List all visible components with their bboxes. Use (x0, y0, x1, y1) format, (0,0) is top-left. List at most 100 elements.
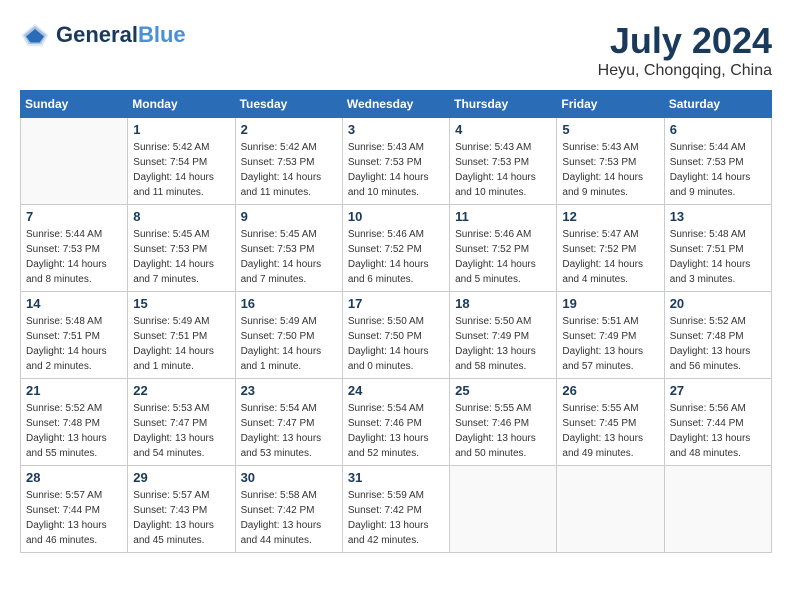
day-number: 13 (670, 209, 766, 224)
day-cell: 21 Sunrise: 5:52 AMSunset: 7:48 PMDayligh… (21, 379, 128, 466)
day-info: Sunrise: 5:47 AMSunset: 7:52 PMDaylight:… (562, 227, 658, 287)
day-number: 14 (26, 296, 122, 311)
day-number: 25 (455, 383, 551, 398)
day-info: Sunrise: 5:49 AMSunset: 7:51 PMDaylight:… (133, 314, 229, 374)
day-info: Sunrise: 5:52 AMSunset: 7:48 PMDaylight:… (26, 401, 122, 461)
day-info: Sunrise: 5:44 AMSunset: 7:53 PMDaylight:… (670, 140, 766, 200)
day-cell: 2Sunrise: 5:42 AMSunset: 7:53 PMDaylight… (235, 118, 342, 205)
day-cell: 6 Sunrise: 5:44 AMSunset: 7:53 PMDaylight… (664, 118, 771, 205)
day-info: Sunrise: 5:56 AMSunset: 7:44 PMDaylight:… (670, 401, 766, 461)
day-info: Sunrise: 5:43 AMSunset: 7:53 PMDaylight:… (562, 140, 658, 200)
week-row-3: 14 Sunrise: 5:48 AMSunset: 7:51 PMDayligh… (21, 292, 772, 379)
day-number: 30 (241, 470, 337, 485)
day-info: Sunrise: 5:46 AMSunset: 7:52 PMDaylight:… (455, 227, 551, 287)
day-cell: 28 Sunrise: 5:57 AMSunset: 7:44 PMDayligh… (21, 466, 128, 553)
week-row-1: 1Sunrise: 5:42 AMSunset: 7:54 PMDaylight… (21, 118, 772, 205)
day-cell: 29 Sunrise: 5:57 AMSunset: 7:43 PMDayligh… (128, 466, 235, 553)
day-cell: 14 Sunrise: 5:48 AMSunset: 7:51 PMDayligh… (21, 292, 128, 379)
day-info: Sunrise: 5:46 AMSunset: 7:52 PMDaylight:… (348, 227, 444, 287)
col-header-saturday: Saturday (664, 91, 771, 118)
day-number: 29 (133, 470, 229, 485)
col-header-tuesday: Tuesday (235, 91, 342, 118)
day-info: Sunrise: 5:43 AMSunset: 7:53 PMDaylight:… (348, 140, 444, 200)
day-cell: 20Sunrise: 5:52 AMSunset: 7:48 PMDayligh… (664, 292, 771, 379)
day-cell: 19 Sunrise: 5:51 AMSunset: 7:49 PMDayligh… (557, 292, 664, 379)
col-header-thursday: Thursday (450, 91, 557, 118)
logo-text: GeneralBlue (56, 23, 186, 47)
day-number: 31 (348, 470, 444, 485)
day-cell: 8 Sunrise: 5:45 AMSunset: 7:53 PMDaylight… (128, 205, 235, 292)
day-info: Sunrise: 5:54 AMSunset: 7:47 PMDaylight:… (241, 401, 337, 461)
day-info: Sunrise: 5:55 AMSunset: 7:45 PMDaylight:… (562, 401, 658, 461)
day-number: 19 (562, 296, 658, 311)
calendar-table: SundayMondayTuesdayWednesdayThursdayFrid… (20, 90, 772, 553)
day-number: 24 (348, 383, 444, 398)
day-info: Sunrise: 5:51 AMSunset: 7:49 PMDaylight:… (562, 314, 658, 374)
week-row-5: 28 Sunrise: 5:57 AMSunset: 7:44 PMDayligh… (21, 466, 772, 553)
day-cell: 5 Sunrise: 5:43 AMSunset: 7:53 PMDaylight… (557, 118, 664, 205)
day-cell: 22Sunrise: 5:53 AMSunset: 7:47 PMDayligh… (128, 379, 235, 466)
day-cell: 11 Sunrise: 5:46 AMSunset: 7:52 PMDayligh… (450, 205, 557, 292)
logo: GeneralBlue (20, 20, 186, 50)
day-number: 12 (562, 209, 658, 224)
day-info: Sunrise: 5:55 AMSunset: 7:46 PMDaylight:… (455, 401, 551, 461)
day-cell (664, 466, 771, 553)
day-info: Sunrise: 5:57 AMSunset: 7:43 PMDaylight:… (133, 488, 229, 548)
day-info: Sunrise: 5:45 AMSunset: 7:53 PMDaylight:… (241, 227, 337, 287)
week-row-2: 7 Sunrise: 5:44 AMSunset: 7:53 PMDaylight… (21, 205, 772, 292)
day-cell: 25 Sunrise: 5:55 AMSunset: 7:46 PMDayligh… (450, 379, 557, 466)
page-header: GeneralBlue July 2024 Heyu, Chongqing, C… (20, 20, 772, 80)
col-header-friday: Friday (557, 91, 664, 118)
day-cell: 26 Sunrise: 5:55 AMSunset: 7:45 PMDayligh… (557, 379, 664, 466)
day-number: 3 (348, 122, 444, 137)
day-number: 5 (562, 122, 658, 137)
day-cell: 12 Sunrise: 5:47 AMSunset: 7:52 PMDayligh… (557, 205, 664, 292)
day-number: 6 (670, 122, 766, 137)
logo-icon (20, 20, 50, 50)
day-number: 7 (26, 209, 122, 224)
title-block: July 2024 Heyu, Chongqing, China (598, 20, 772, 80)
day-info: Sunrise: 5:50 AMSunset: 7:50 PMDaylight:… (348, 314, 444, 374)
day-number: 8 (133, 209, 229, 224)
day-number: 27 (670, 383, 766, 398)
week-row-4: 21 Sunrise: 5:52 AMSunset: 7:48 PMDayligh… (21, 379, 772, 466)
day-cell: 16Sunrise: 5:49 AMSunset: 7:50 PMDayligh… (235, 292, 342, 379)
month-year: July 2024 (598, 20, 772, 62)
day-info: Sunrise: 5:50 AMSunset: 7:49 PMDaylight:… (455, 314, 551, 374)
day-info: Sunrise: 5:45 AMSunset: 7:53 PMDaylight:… (133, 227, 229, 287)
day-number: 4 (455, 122, 551, 137)
day-info: Sunrise: 5:54 AMSunset: 7:46 PMDaylight:… (348, 401, 444, 461)
day-info: Sunrise: 5:49 AMSunset: 7:50 PMDaylight:… (241, 314, 337, 374)
day-cell: 1Sunrise: 5:42 AMSunset: 7:54 PMDaylight… (128, 118, 235, 205)
day-number: 9 (241, 209, 337, 224)
day-number: 17 (348, 296, 444, 311)
day-number: 21 (26, 383, 122, 398)
day-number: 18 (455, 296, 551, 311)
day-cell: 27 Sunrise: 5:56 AMSunset: 7:44 PMDayligh… (664, 379, 771, 466)
day-cell (450, 466, 557, 553)
day-cell: 15 Sunrise: 5:49 AMSunset: 7:51 PMDayligh… (128, 292, 235, 379)
col-header-monday: Monday (128, 91, 235, 118)
col-header-wednesday: Wednesday (342, 91, 449, 118)
day-info: Sunrise: 5:53 AMSunset: 7:47 PMDaylight:… (133, 401, 229, 461)
day-info: Sunrise: 5:58 AMSunset: 7:42 PMDaylight:… (241, 488, 337, 548)
day-cell: 30 Sunrise: 5:58 AMSunset: 7:42 PMDayligh… (235, 466, 342, 553)
day-number: 28 (26, 470, 122, 485)
day-cell (557, 466, 664, 553)
day-info: Sunrise: 5:48 AMSunset: 7:51 PMDaylight:… (26, 314, 122, 374)
day-number: 11 (455, 209, 551, 224)
day-cell: 7 Sunrise: 5:44 AMSunset: 7:53 PMDaylight… (21, 205, 128, 292)
day-cell: 31Sunrise: 5:59 AMSunset: 7:42 PMDayligh… (342, 466, 449, 553)
location: Heyu, Chongqing, China (598, 62, 772, 80)
day-number: 10 (348, 209, 444, 224)
day-cell: 3 Sunrise: 5:43 AMSunset: 7:53 PMDaylight… (342, 118, 449, 205)
day-number: 15 (133, 296, 229, 311)
day-cell: 18 Sunrise: 5:50 AMSunset: 7:49 PMDayligh… (450, 292, 557, 379)
day-info: Sunrise: 5:44 AMSunset: 7:53 PMDaylight:… (26, 227, 122, 287)
col-header-sunday: Sunday (21, 91, 128, 118)
day-info: Sunrise: 5:57 AMSunset: 7:44 PMDaylight:… (26, 488, 122, 548)
day-cell: 23Sunrise: 5:54 AMSunset: 7:47 PMDayligh… (235, 379, 342, 466)
day-number: 26 (562, 383, 658, 398)
day-number: 1 (133, 122, 229, 137)
day-info: Sunrise: 5:43 AMSunset: 7:53 PMDaylight:… (455, 140, 551, 200)
